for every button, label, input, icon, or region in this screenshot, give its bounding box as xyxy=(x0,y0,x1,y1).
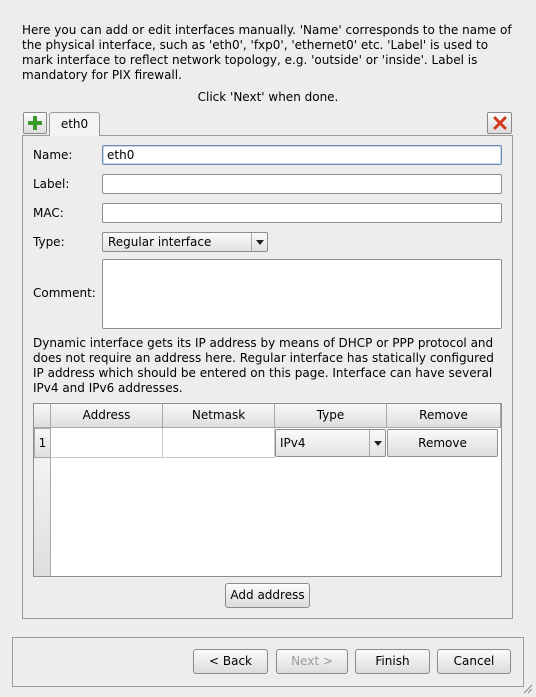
click-next-hint: Click 'Next' when done. xyxy=(197,90,339,104)
address-table: Address Netmask Type Remove 1 IPv4 Remov… xyxy=(33,403,502,577)
name-input[interactable]: eth0 xyxy=(102,145,502,165)
address-type-select[interactable]: IPv4 xyxy=(275,429,386,457)
name-label: Name: xyxy=(33,148,73,162)
add-address-button[interactable]: Add address xyxy=(225,583,310,608)
row-number[interactable]: 1 xyxy=(34,428,51,458)
type-label: Type: xyxy=(33,235,65,249)
next-button[interactable]: Next > xyxy=(276,649,348,674)
comment-textarea[interactable] xyxy=(102,259,502,329)
address-cell[interactable] xyxy=(51,428,163,458)
comment-label: Comment: xyxy=(33,286,96,300)
dynamic-interface-help: Dynamic interface gets its IP address by… xyxy=(33,336,494,395)
tab-eth0[interactable]: eth0 xyxy=(49,112,100,136)
mac-label: MAC: xyxy=(33,206,64,220)
mac-input[interactable] xyxy=(102,203,502,223)
type-select-value: Regular interface xyxy=(108,235,212,249)
column-header-address[interactable]: Address xyxy=(51,404,163,428)
back-button[interactable]: < Back xyxy=(193,649,268,674)
remove-address-button[interactable]: Remove xyxy=(387,429,498,457)
column-header-remove[interactable]: Remove xyxy=(387,404,501,428)
label-label: Label: xyxy=(33,177,70,191)
cancel-button[interactable]: Cancel xyxy=(437,649,511,674)
address-type-value: IPv4 xyxy=(280,436,306,450)
label-input[interactable] xyxy=(102,174,502,194)
close-icon xyxy=(493,116,506,130)
column-header-type[interactable]: Type xyxy=(275,404,387,428)
netmask-cell[interactable] xyxy=(163,428,275,458)
intro-text: Here you can add or edit interfaces manu… xyxy=(22,23,512,82)
column-header-netmask[interactable]: Netmask xyxy=(163,404,275,428)
chevron-down-icon xyxy=(369,430,385,456)
add-interface-button[interactable] xyxy=(23,112,47,134)
finish-button[interactable]: Finish xyxy=(355,649,430,674)
plus-icon xyxy=(28,116,42,130)
resize-grip-icon[interactable] xyxy=(521,682,533,694)
table-corner xyxy=(34,404,51,428)
chevron-down-icon xyxy=(251,233,267,251)
remove-interface-button[interactable] xyxy=(487,112,512,134)
type-select[interactable]: Regular interface xyxy=(102,232,268,252)
